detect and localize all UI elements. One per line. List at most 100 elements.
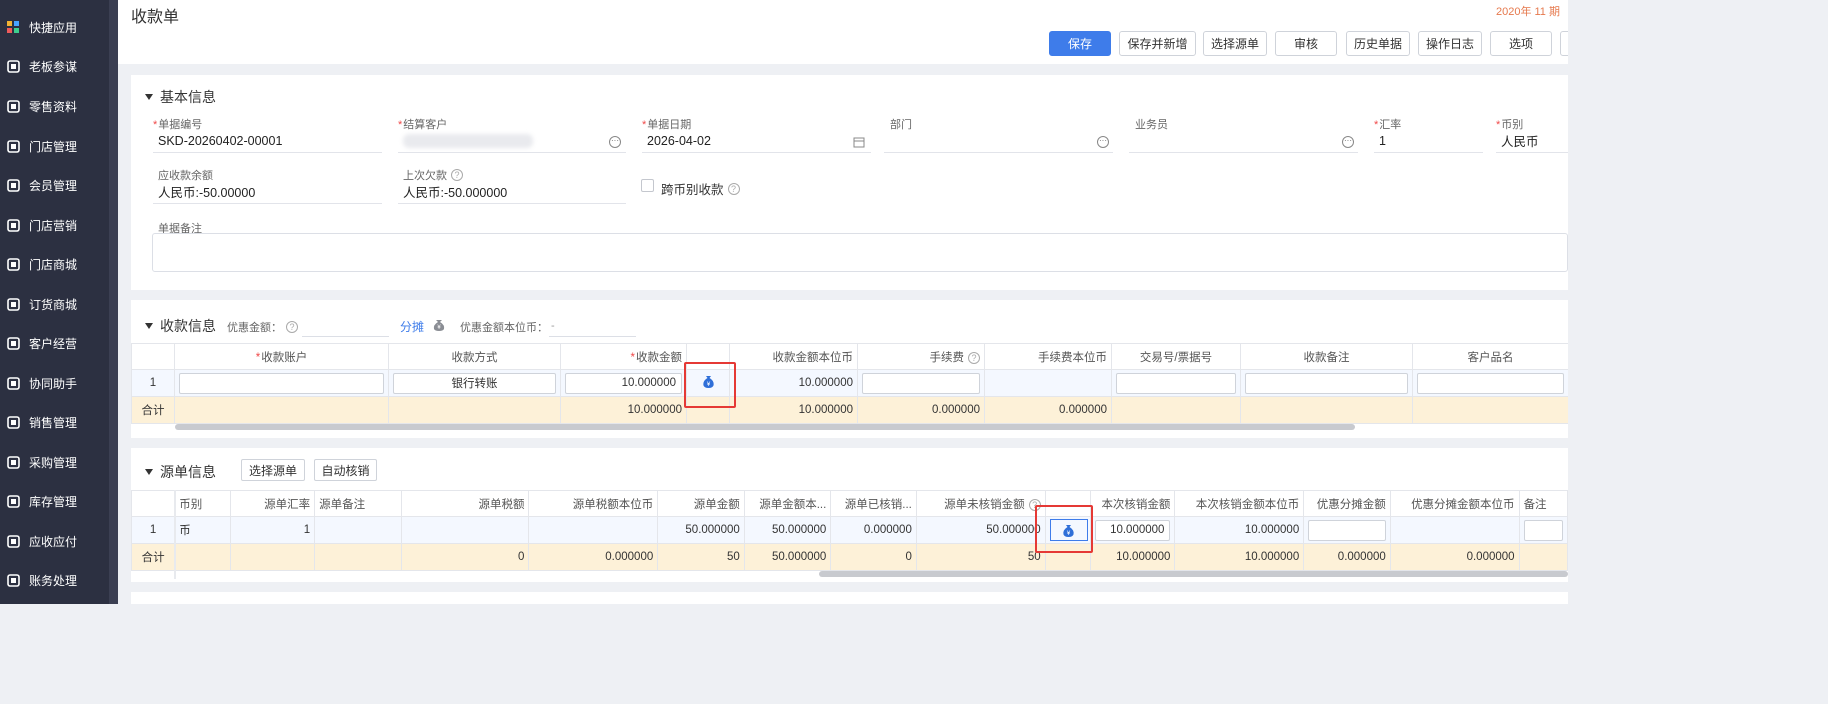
customer-product-input[interactable] [1417,372,1564,394]
col-method: 收款方式 [388,343,561,370]
sum-cell [1240,396,1413,424]
sidebar-item-label: 门店商城 [29,257,78,272]
operation-log-button[interactable]: 操作日志 [1418,31,1482,56]
horizontal-scrollbar[interactable] [819,571,1568,577]
options-button[interactable]: 选项 [1490,31,1552,56]
more-button[interactable] [1560,31,1568,56]
sidebar-item-label: 协同助手 [29,376,78,391]
sidebar-item-14[interactable]: 账务处理 [0,562,109,598]
sidebar-item-1[interactable]: 老板参谋 [0,48,109,84]
sum-amount: 10.000000 [560,396,687,424]
dept-field[interactable] [884,129,1113,153]
trade-no-input[interactable] [1116,372,1236,394]
source-info-toggle[interactable]: 源单信息 [145,462,216,482]
col-amount-base: 收款金额本位币 [729,343,858,370]
date-field[interactable]: 2026-04-02 [642,129,871,153]
help-icon[interactable]: ? [286,321,298,333]
calendar-icon[interactable] [853,136,865,148]
receipt-remark-input[interactable] [1245,372,1408,394]
auto-writeoff-button[interactable]: 自动核销 [314,459,377,481]
method-select[interactable]: 银行转账 [393,372,556,394]
sidebar-item-0[interactable]: 快捷应用 [0,9,109,45]
doc-no-field[interactable]: SKD-20260402-00001 [153,129,382,153]
fee-input[interactable] [862,372,980,394]
discount-label: 优惠金额：? [227,319,298,335]
save-button[interactable]: 保存 [1049,31,1111,56]
horizontal-scrollbar[interactable] [175,424,1355,430]
remark-textarea[interactable] [152,233,1568,272]
cross-currency-checkbox[interactable] [641,179,654,192]
discount-split-input[interactable] [1308,519,1386,541]
select-source-button[interactable]: 选择源单 [1203,31,1267,56]
sidebar-item-10[interactable]: 销售管理 [0,404,109,440]
sidebar-item-2[interactable]: 零售资料 [0,88,109,124]
fee-cell[interactable] [857,369,985,397]
this-amount-cell[interactable]: 10.000000 [1089,516,1176,544]
receipt-remark-cell[interactable] [1240,369,1413,397]
receivable-icon [6,534,21,549]
sidebar-item-3[interactable]: 门店管理 [0,128,109,164]
sidebar-item-5[interactable]: 门店营销 [0,207,109,243]
collapse-caret-icon [145,469,153,475]
audit-button[interactable]: 审核 [1275,31,1337,56]
source-amount-base-cell: 50.000000 [743,516,832,544]
trade-no-cell[interactable] [1111,369,1241,397]
sidebar-item-label: 订货商城 [29,297,78,312]
sidebar-item-12[interactable]: 库存管理 [0,483,109,519]
sum-label: 合计 [131,396,175,424]
frozen-column-divider [174,490,176,579]
chart-icon [6,59,21,74]
sidebar-item-9[interactable]: 协同助手 [0,365,109,401]
sum-this-amount: 10.000000 [1089,543,1176,571]
sum-discount-base: 0.000000 [1389,543,1520,571]
discount-input[interactable] [302,315,389,337]
salesman-field[interactable] [1129,129,1358,153]
account-cell[interactable] [174,369,389,397]
source-info-section: 源单信息 选择源单 自动核销 币别 源单汇率 源单备注 源单税额 源单税额本位币… [130,448,1568,582]
sidebar-item-7[interactable]: 订货商城 [0,286,109,322]
money-bag-icon[interactable]: ¥ [432,317,446,332]
customer-product-cell[interactable] [1412,369,1568,397]
sum-cell [174,543,231,571]
help-icon[interactable]: ? [727,182,740,195]
sum-cell [314,543,402,571]
history-button[interactable]: 历史单据 [1346,31,1410,56]
receipt-info-section: 收款信息 优惠金额：? 分摊 ¥ 优惠金额本位币： - *收款账户 收款方式 *… [131,300,1568,438]
account-input[interactable] [179,372,384,394]
page-title: 收款单 [131,9,180,26]
remark-input[interactable] [1523,519,1563,541]
customer-field[interactable] [398,129,626,153]
rate-field[interactable]: 1 [1374,129,1483,153]
sidebar-item-4[interactable]: 会员管理 [0,167,109,203]
sum-amount: 50 [657,543,745,571]
amount-input[interactable]: 10.000000 [565,372,682,394]
save-and-new-button[interactable]: 保存并新增 [1119,31,1196,56]
this-amount-input[interactable]: 10.000000 [1094,519,1171,541]
sidebar-item-13[interactable]: 应收应付 [0,523,109,559]
discount-split-base-cell [1389,516,1520,544]
customer-lookup-icon[interactable]: ··· [609,136,621,148]
store-icon [6,139,21,154]
dept-lookup-icon[interactable]: ··· [1097,136,1109,148]
basic-info-toggle[interactable]: 基本信息 [145,87,216,107]
receipt-info-toggle[interactable]: 收款信息 [145,316,216,336]
split-link[interactable]: 分摊 [400,318,424,335]
sum-amount-base: 50.000000 [743,543,832,571]
basic-info-section: 基本信息 *单据编号 SKD-20260402-00001 *结算客户 ··· … [131,75,1568,290]
discount-split-cell[interactable] [1303,516,1391,544]
help-icon[interactable]: ? [968,351,980,364]
amount-cell[interactable]: 10.000000 [560,369,687,397]
col-source-tax: 源单税额 [400,490,530,517]
salesman-lookup-icon[interactable]: ··· [1342,136,1354,148]
sidebar-item-8[interactable]: 客户经营 [0,325,109,361]
select-source-small-button[interactable]: 选择源单 [241,459,305,481]
collapse-caret-icon [145,94,153,100]
sidebar-item-6[interactable]: 门店商城 [0,246,109,282]
currency-cell: 币 [174,516,231,544]
remark-cell[interactable] [1518,516,1568,544]
sidebar-item-11[interactable]: 采购管理 [0,444,109,480]
currency-field[interactable]: 人民币 [1496,129,1568,153]
sidebar-item-label: 老板参谋 [29,59,78,74]
col-remark: 备注 [1518,490,1568,517]
method-cell[interactable]: 银行转账 [388,369,561,397]
